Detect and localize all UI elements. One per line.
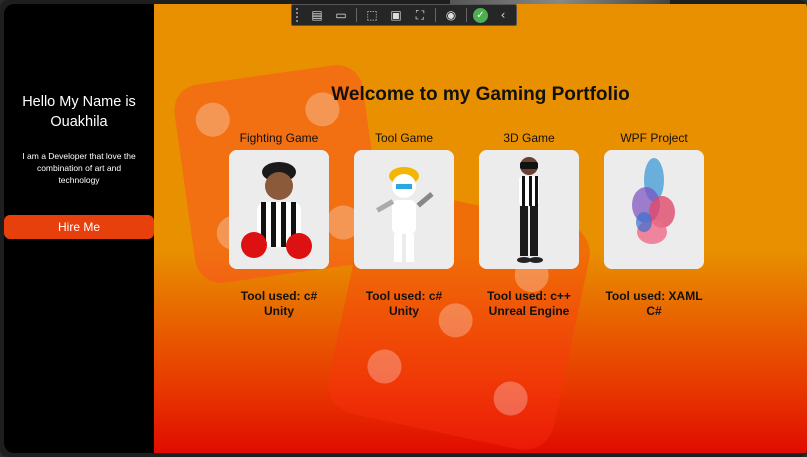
toolbar-separator xyxy=(466,8,467,22)
page-title: Welcome to my Gaming Portfolio xyxy=(331,84,630,105)
display-layout-adorners-icon[interactable]: ▣ xyxy=(387,7,405,23)
select-element-icon[interactable]: ⬚ xyxy=(363,7,381,23)
live-visual-tree-icon[interactable]: ▤ xyxy=(308,7,326,23)
project-title: 3D Game xyxy=(503,131,555,145)
greeting-text: Hello My Name is Ouakhila xyxy=(22,94,136,130)
paint-smoke-image[interactable] xyxy=(604,150,704,269)
sidebar: Hello My Name is Ouakhila I am a Develop… xyxy=(4,4,154,453)
tools-line-2: Unity xyxy=(389,304,419,318)
tools-line-1: Tool used: c# xyxy=(365,289,443,303)
hire-me-button[interactable]: Hire Me xyxy=(4,215,154,239)
boxer-referee-image[interactable] xyxy=(229,150,329,269)
tools-line-2: Unity xyxy=(264,304,294,318)
toolbar-separator xyxy=(356,8,357,22)
track-focus-icon[interactable]: ⛶ xyxy=(411,7,429,23)
drag-grip-icon[interactable] xyxy=(296,8,302,22)
project-card[interactable]: WPF Project Tool used: XAML C# xyxy=(591,130,717,319)
vr-referee-image[interactable] xyxy=(479,150,579,269)
toolbar-separator xyxy=(435,8,436,22)
app-window: Hello My Name is Ouakhila I am a Develop… xyxy=(0,0,807,457)
project-tools: Tool used: c++ Unreal Engine xyxy=(466,289,592,319)
project-card[interactable]: 3D Game Tool used: c++ Unreal Engine xyxy=(466,130,592,319)
project-title: Tool Game xyxy=(374,131,434,145)
collapse-chevron-icon[interactable]: ‹ xyxy=(494,7,512,23)
project-title: Fighting Game xyxy=(239,131,319,145)
project-tools: Tool used: c# Unity xyxy=(216,289,342,319)
tools-line-2: Unreal Engine xyxy=(488,304,570,318)
tools-line-2: C# xyxy=(646,304,662,318)
ok-status-icon[interactable]: ✓ xyxy=(473,7,488,23)
project-card[interactable]: Tool Game Tool used: c# Unity xyxy=(341,130,467,319)
project-title: WPF Project xyxy=(620,131,688,145)
debug-toolbar: ▤ ▭ ⬚ ▣ ⛶ ◉ ✓ ‹ xyxy=(291,4,517,26)
builder-robot-image[interactable] xyxy=(354,150,454,269)
tools-line-1: Tool used: c# xyxy=(240,289,318,303)
tools-line-1: Tool used: c++ xyxy=(487,289,571,303)
project-tools: Tool used: c# Unity xyxy=(341,289,467,319)
project-tools: Tool used: XAML C# xyxy=(591,289,717,319)
binding-failures-icon[interactable]: ◉ xyxy=(442,7,460,23)
record-icon[interactable]: ▭ xyxy=(332,7,350,23)
main-content: Welcome to my Gaming Portfolio Fighting … xyxy=(154,4,807,453)
tools-line-1: Tool used: XAML xyxy=(605,289,703,303)
tagline-text: I am a Developer that love the combinati… xyxy=(22,151,136,185)
project-card[interactable]: Fighting Game Tool used: c# Unity xyxy=(216,130,342,319)
